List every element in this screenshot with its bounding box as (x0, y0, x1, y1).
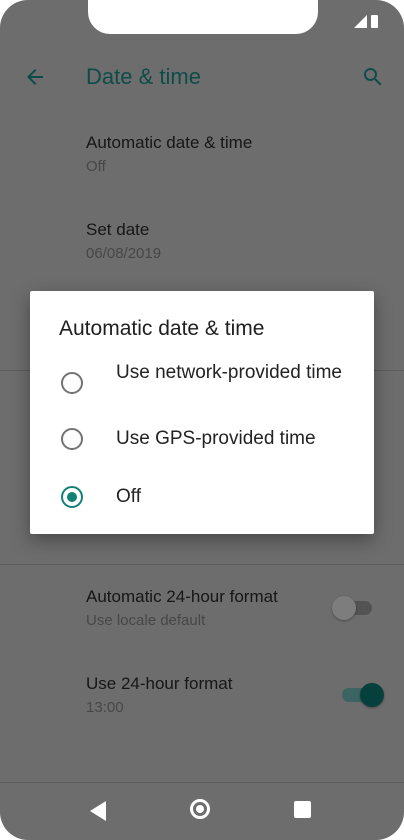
search-icon (364, 68, 382, 86)
setting-title: Automatic date & time (86, 133, 253, 152)
signal-icon (354, 14, 367, 28)
toggle-thumb (360, 683, 384, 707)
divider (0, 564, 404, 565)
back-button[interactable] (20, 62, 50, 92)
nav-recents-icon[interactable] (294, 801, 311, 818)
notch (88, 0, 318, 34)
setting-set-date[interactable]: Set date 06/08/2019 (86, 219, 161, 265)
radio-button[interactable] (61, 372, 83, 394)
setting-title: Automatic 24-hour format (86, 587, 278, 606)
option-label: Off (116, 486, 141, 507)
setting-automatic-24-hour-format[interactable]: Automatic 24-hour format Use locale defa… (86, 586, 278, 632)
radio-button[interactable] (61, 428, 83, 450)
status-bar (354, 14, 378, 28)
page-title: Date & time (86, 64, 201, 89)
arrow-back-icon (27, 69, 43, 85)
setting-summary: Use locale default (86, 612, 206, 629)
app-bar: Date & time (0, 48, 404, 106)
option-label: Use network-provided time (116, 362, 342, 383)
toggle-thumb (332, 596, 356, 620)
setting-summary: Off (86, 158, 106, 175)
setting-summary: 13:00 (86, 699, 124, 716)
setting-automatic-date-time[interactable]: Automatic date & time Off (86, 132, 252, 178)
dialog-title: Automatic date & time (59, 317, 265, 340)
automatic-24-hour-toggle[interactable] (332, 595, 374, 620)
phone-screen: Date & time Automatic date & time Off Se… (0, 0, 404, 840)
search-button[interactable] (358, 62, 388, 92)
setting-title: Set date (86, 220, 150, 239)
radio-button-selected[interactable] (61, 486, 83, 508)
navigation-bar (0, 782, 404, 840)
nav-home-icon[interactable] (190, 799, 210, 819)
setting-use-24-hour-format[interactable]: Use 24-hour format 13:00 (86, 673, 232, 719)
nav-back-icon[interactable] (90, 801, 106, 821)
setting-summary: 06/08/2019 (86, 245, 162, 262)
setting-title: Use 24-hour format (86, 674, 233, 693)
option-label: Use GPS-provided time (116, 428, 316, 449)
automatic-date-time-dialog: Automatic date & time Use network-provid… (30, 291, 374, 534)
battery-icon (371, 14, 378, 28)
use-24-hour-toggle[interactable] (340, 682, 384, 707)
